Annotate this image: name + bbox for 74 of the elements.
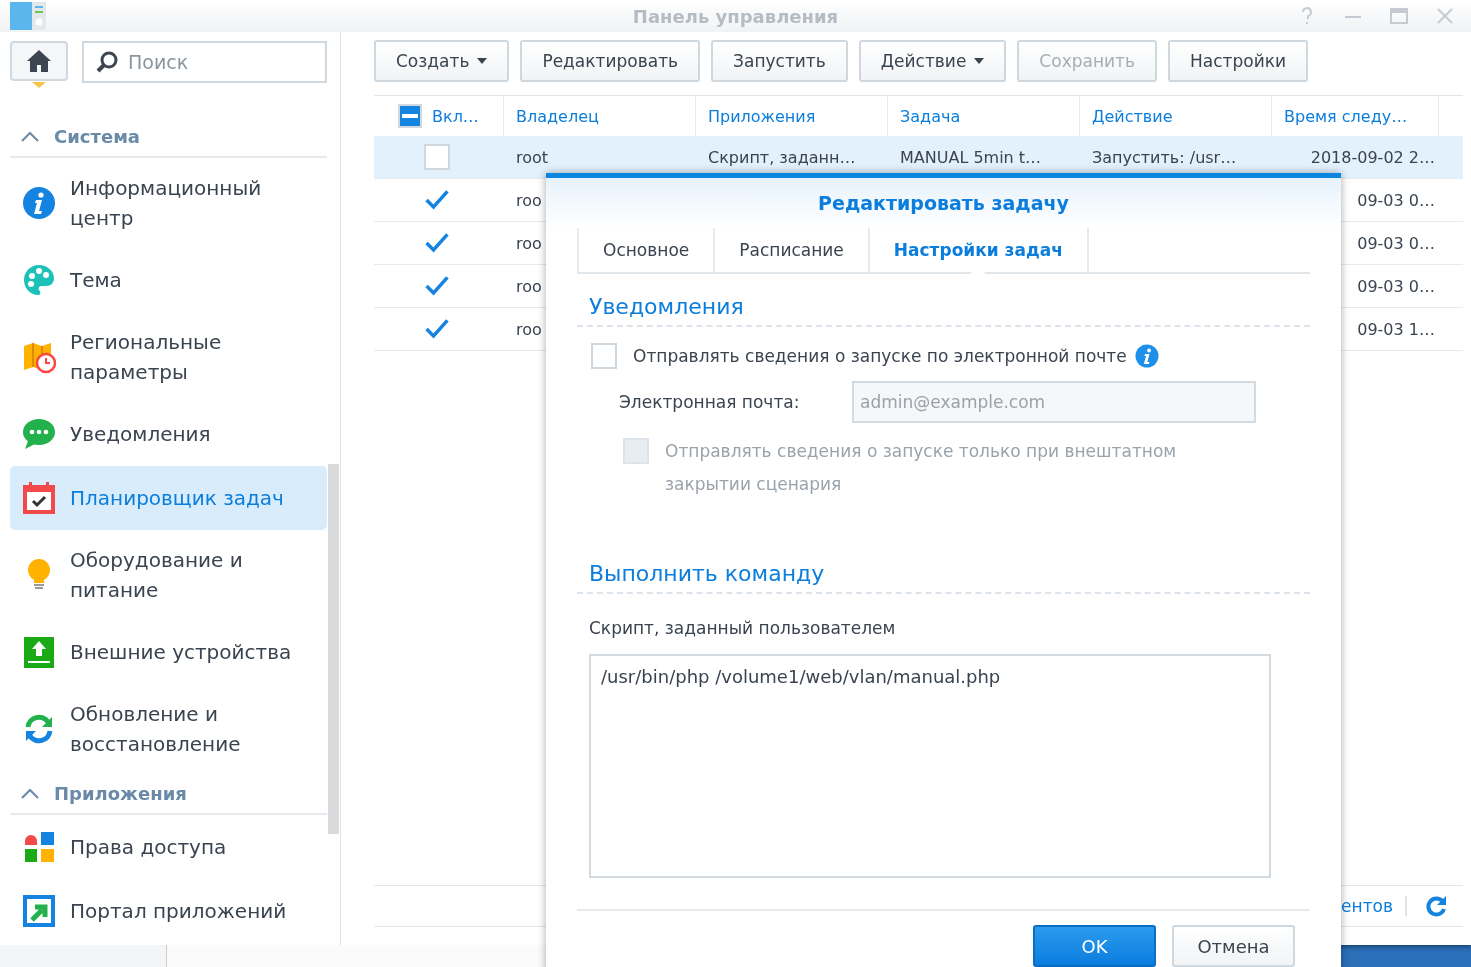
toolbar-button[interactable]: Создать [374, 40, 510, 82]
field-label: Электронная почта: [619, 392, 801, 412]
chevron-icon [20, 787, 40, 800]
column-header[interactable]: Время следу… [1284, 106, 1408, 126]
sidebar-item[interactable]: Права доступа [10, 815, 327, 879]
section-header[interactable]: Система [10, 117, 327, 158]
home-button[interactable] [10, 41, 68, 81]
sidebar-item[interactable]: Внешние устройства [10, 620, 327, 684]
checkbox[interactable] [424, 144, 450, 170]
table-cell: root [516, 147, 549, 167]
sidebar-item[interactable]: Региональные параметры [10, 312, 327, 402]
table-cell: roo [516, 319, 542, 339]
toolbar-button[interactable]: Настройки [1168, 40, 1308, 82]
palette-icon [22, 263, 56, 297]
toolbar-button[interactable]: Действие [858, 40, 1007, 82]
table-cell: MANUAL 5min t… [900, 147, 1042, 167]
info-icon [22, 186, 56, 220]
map-clock-icon [22, 340, 56, 374]
tab[interactable]: Расписание [713, 228, 868, 272]
table-cell: Запустить: /usr… [1092, 147, 1237, 167]
lock-grid-icon [22, 830, 56, 864]
toolbar-button[interactable]: Редактировать [520, 40, 701, 82]
table-cell: roo [516, 190, 542, 210]
upload-icon [22, 635, 56, 669]
cancel-button[interactable]: Отмена [1172, 925, 1295, 967]
table-row[interactable]: root Скрипт, заданн… MANUAL 5min t… Запустить: /usr… 2018-09-02 2… [374, 136, 1463, 179]
sidebar-item[interactable]: Оборудование и питание [10, 530, 327, 620]
column-header[interactable]: Действие [1092, 106, 1173, 126]
pointer-icon [32, 82, 46, 88]
chevron-icon [20, 130, 40, 143]
checkbox-label: Отправлять сведения о запуске только при внештатном закрытии сценария [665, 440, 1178, 496]
sidebar-item[interactable]: Обновление и восстановление [10, 684, 327, 774]
column-header[interactable]: Владелец [516, 106, 599, 126]
dialog-title: Редактировать задачу [818, 192, 1069, 214]
section-title: Выполнить команду [577, 541, 1310, 594]
app-icon [10, 2, 46, 30]
table-cell: roo [516, 233, 542, 253]
info-icon[interactable] [1134, 344, 1159, 368]
table-cell: 09-03 1… [1357, 319, 1435, 339]
script-field[interactable]: /usr/bin/php /volume1/web/vlan/manual.php [589, 654, 1271, 878]
calendar-check-icon [22, 481, 56, 515]
table-cell: Скрипт, заданн… [708, 147, 856, 167]
sidebar-item[interactable]: Уведомления [10, 402, 327, 466]
section-header[interactable]: Приложения [10, 774, 327, 815]
home-icon [26, 49, 52, 73]
checkbox[interactable] [591, 343, 617, 369]
sidebar-item[interactable]: Информационный центр [10, 158, 327, 248]
sidebar-item[interactable]: Тема [10, 248, 327, 312]
chat-icon [22, 417, 56, 451]
portal-icon [22, 894, 56, 928]
search-field[interactable]: Поиск [82, 41, 327, 83]
scrollbar[interactable] [328, 464, 339, 834]
select-all-checkbox[interactable] [398, 104, 422, 128]
sidebar-item[interactable]: Портал приложений [10, 879, 327, 943]
section-title: Уведомления [577, 274, 1310, 327]
refresh-icon[interactable] [1425, 895, 1447, 917]
toolbar-button[interactable]: Запустить [711, 40, 848, 82]
column-header[interactable]: Задача [900, 106, 961, 126]
checkbox-label: Отправлять сведения о запуске по электронной почте [633, 346, 1127, 366]
table-cell: roo [516, 276, 542, 296]
column-header[interactable]: Приложения [708, 106, 816, 126]
ok-button[interactable]: OK [1033, 925, 1156, 967]
table-cell: 09-03 0… [1357, 276, 1435, 296]
table-cell: 2018-09-02 2… [1310, 147, 1435, 167]
tab[interactable]: Настройки задач [867, 228, 1089, 272]
table-cell: 09-03 0… [1357, 233, 1435, 253]
column-header[interactable]: Вкл… [432, 106, 479, 126]
caret-icon [974, 58, 985, 64]
tab[interactable]: Основное [577, 228, 714, 272]
caret-icon [477, 58, 488, 64]
search-icon [95, 50, 119, 74]
table-cell: 09-03 0… [1357, 190, 1435, 210]
window-title: Панель управления [632, 5, 839, 27]
field-label: Скрипт, заданный пользователем [588, 618, 897, 638]
